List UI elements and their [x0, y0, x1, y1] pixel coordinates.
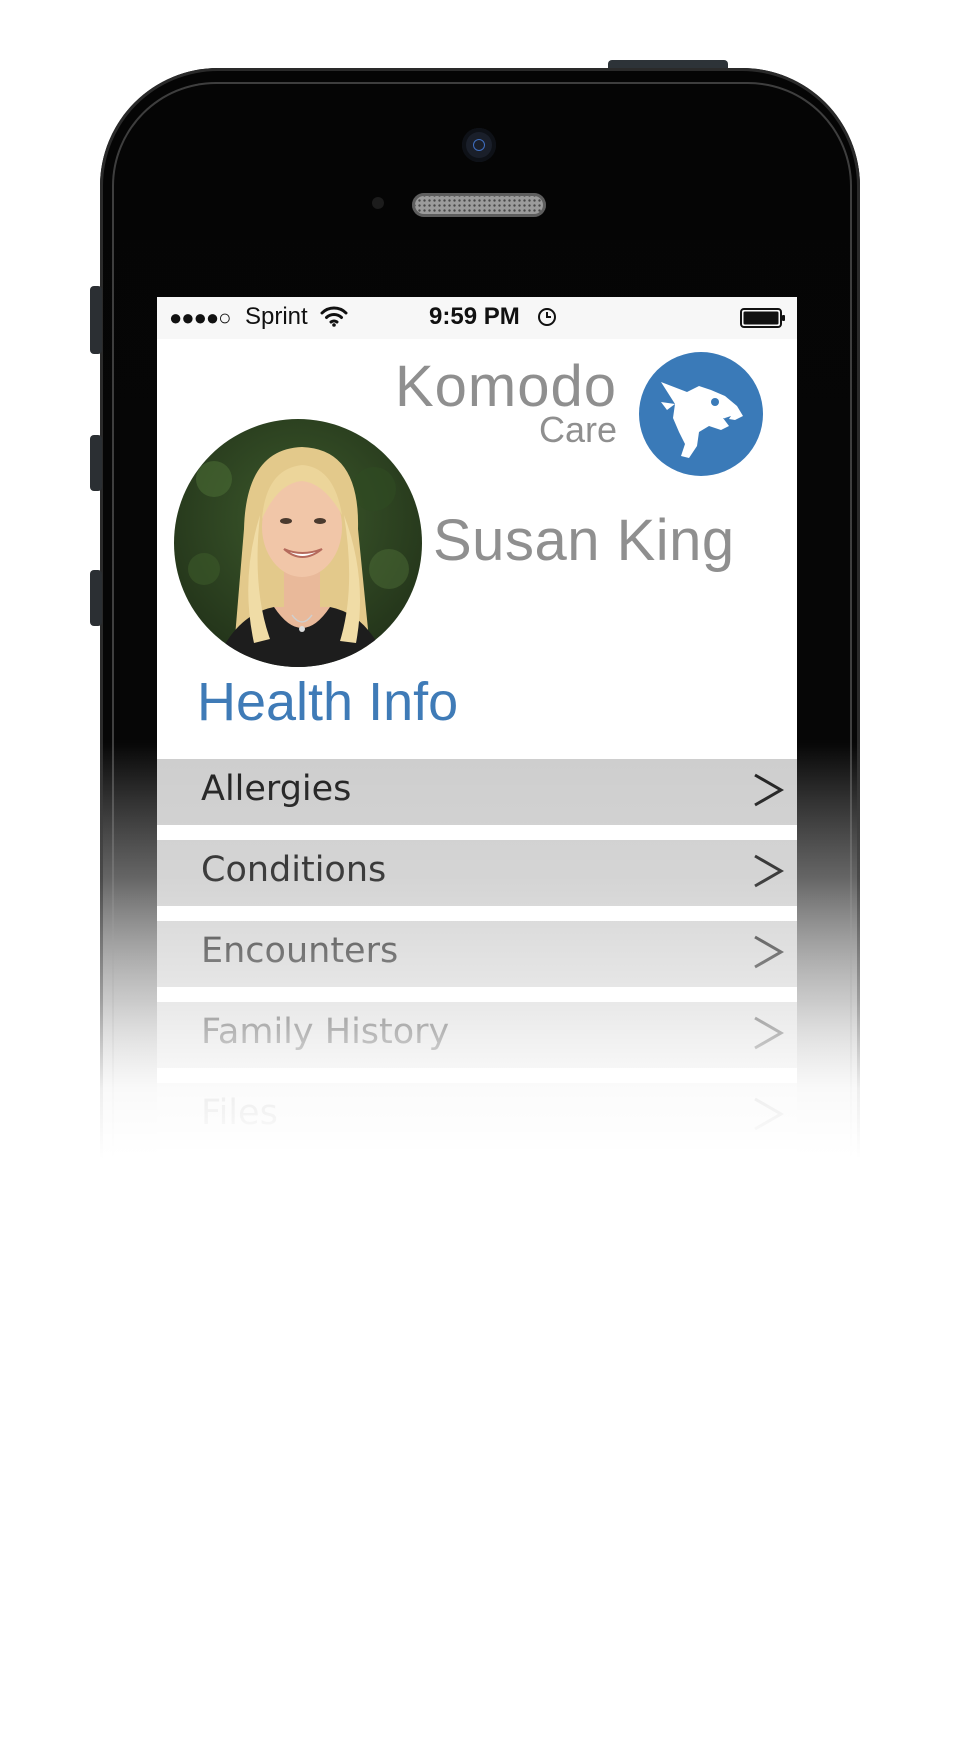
status-bar: ●●●●○ Sprint 9:59 PM: [157, 297, 797, 339]
carrier-label: Sprint: [245, 303, 308, 330]
menu-item-insurance[interactable]: Insurance: [157, 1245, 797, 1287]
volume-up-button: [90, 435, 102, 491]
menu-item-label: Conditions: [201, 850, 387, 890]
brand-wordmark: Komodo Care: [387, 354, 617, 448]
menu-item-label: Immunizations: [201, 1174, 459, 1214]
chevron-right-icon: [754, 773, 785, 807]
battery-icon: [740, 308, 785, 328]
menu-item-conditions[interactable]: Conditions: [157, 840, 797, 906]
signal-strength-icon: ●●●●○: [169, 305, 231, 330]
chevron-right-icon: [754, 854, 785, 888]
menu-item-label: Allergies: [201, 769, 352, 809]
volume-down-button: [90, 570, 102, 626]
wifi-icon: [320, 306, 348, 327]
chevron-right-icon: [754, 1259, 785, 1287]
menu-item-family-history[interactable]: Family History: [157, 1002, 797, 1068]
menu-item-label: Files: [201, 1093, 278, 1133]
status-time: 9:59 PM: [429, 303, 520, 330]
menu-item-allergies[interactable]: Allergies: [157, 759, 797, 825]
earpiece-speaker: [412, 193, 546, 217]
menu-item-files[interactable]: Files: [157, 1083, 797, 1149]
menu-item-label: Family History: [201, 1012, 450, 1052]
menu-item-immunizations[interactable]: Immunizations: [157, 1164, 797, 1230]
komodo-dragon-logo-icon: [639, 352, 763, 476]
chevron-right-icon: [754, 1016, 785, 1050]
chevron-right-icon: [754, 1097, 785, 1131]
user-avatar: [174, 419, 422, 667]
menu-item-encounters[interactable]: Encounters: [157, 921, 797, 987]
proximity-sensor: [372, 197, 384, 209]
mute-switch: [90, 286, 102, 354]
app-screen: ●●●●○ Sprint 9:59 PM Komodo Care Susan K…: [157, 297, 797, 1287]
section-title: Health Info: [197, 672, 459, 732]
menu-item-label: Encounters: [201, 931, 399, 971]
alarm-clock-icon: [538, 308, 556, 326]
menu-item-label: Insurance: [201, 1255, 373, 1287]
chevron-right-icon: [754, 1178, 785, 1212]
brand-name: Komodo: [394, 354, 617, 419]
chevron-right-icon: [754, 935, 785, 969]
front-camera-icon: [462, 128, 496, 162]
user-name: Susan King: [433, 508, 735, 573]
